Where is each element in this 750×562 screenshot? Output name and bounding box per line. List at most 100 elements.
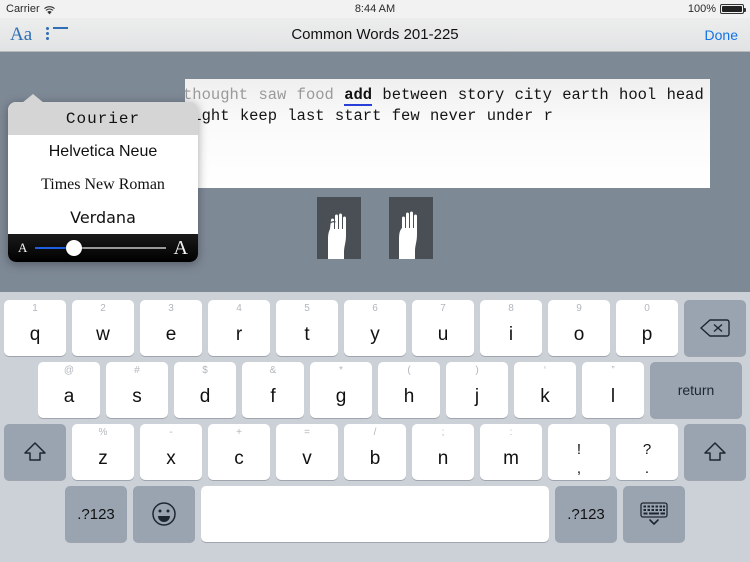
upcoming-word: story [457, 86, 505, 104]
shift-arrow-icon[interactable] [4, 424, 66, 480]
upcoming-word: last [287, 107, 325, 125]
key-main-label: g [335, 386, 347, 407]
key-main-label: i [508, 324, 514, 345]
key-alt-label: 4 [236, 303, 242, 314]
key-main-label: return [677, 382, 715, 398]
reading-text-flow: thought saw food add between story city … [185, 85, 708, 127]
upcoming-word: start [334, 107, 382, 125]
key-main-label: b [369, 448, 381, 469]
key-t[interactable]: 5 t [276, 300, 338, 356]
key-main-label: k [540, 386, 550, 407]
font-size-slider-knob[interactable] [66, 240, 83, 256]
key-alt-label: = [304, 427, 310, 438]
key-exclamation-comma[interactable]: ! , [548, 424, 610, 480]
on-screen-keyboard: 1 q 2 w 3 e 4 r 5 t 6 y 7 u 8 i 9 o 0 p … [0, 292, 750, 562]
key-main-label: n [437, 448, 449, 469]
key-main-label: d [199, 386, 211, 407]
key-h[interactable]: ( h [378, 362, 440, 418]
key-main-label: y [370, 324, 380, 345]
key-main-label: h [403, 386, 415, 407]
key-o[interactable]: 9 o [548, 300, 610, 356]
done-button[interactable]: Done [705, 27, 738, 43]
key-z[interactable]: % z [72, 424, 134, 480]
upcoming-word: head [666, 86, 704, 104]
key-u[interactable]: 7 u [412, 300, 474, 356]
key-alt-label: 9 [576, 303, 582, 314]
key-main-label: q [29, 324, 41, 345]
status-bar-right: 100% [687, 3, 746, 15]
key-e[interactable]: 3 e [140, 300, 202, 356]
key-d[interactable]: $ d [174, 362, 236, 418]
numeric-mode-button-left[interactable]: .?123 [65, 486, 127, 542]
completed-word: thought [185, 86, 249, 104]
backspace-delete-icon[interactable] [684, 300, 746, 356]
font-option-times-new-roman[interactable]: Times New Roman [8, 168, 198, 201]
key-alt-label: & [269, 365, 277, 376]
key-main-label: p [641, 324, 653, 345]
font-size-slider-track[interactable] [35, 240, 166, 256]
key-a[interactable]: @ a [38, 362, 100, 418]
return-key[interactable]: return [650, 362, 742, 418]
key-alt-label: $ [202, 365, 208, 376]
key-alt-label: / [373, 427, 377, 438]
key-s[interactable]: # s [106, 362, 168, 418]
key-alt-label: ” [611, 365, 615, 376]
key-i[interactable]: 8 i [480, 300, 542, 356]
key-q[interactable]: 1 q [4, 300, 66, 356]
key-n[interactable]: ; n [412, 424, 474, 480]
app-root: Carrier 8:44 AM 100% Aa Common Words 201… [0, 0, 750, 562]
key-main-label: c [234, 448, 244, 469]
key-alt-label: 2 [100, 303, 106, 314]
upcoming-word: few [391, 107, 420, 125]
key-w[interactable]: 2 w [72, 300, 134, 356]
upcoming-word: under [486, 107, 534, 125]
key-main-label: j [474, 386, 480, 407]
font-option-courier[interactable]: Courier [8, 102, 198, 135]
upcoming-word: between [382, 86, 448, 104]
shift-arrow-icon[interactable] [684, 424, 746, 480]
key-v[interactable]: = v [276, 424, 338, 480]
key-f[interactable]: & f [242, 362, 304, 418]
key-main-label: v [302, 448, 312, 469]
key-b[interactable]: / b [344, 424, 406, 480]
key-p[interactable]: 0 p [616, 300, 678, 356]
key-m[interactable]: : m [480, 424, 542, 480]
key-main-label: r [235, 324, 243, 345]
three-finger-hand-icon[interactable] [317, 197, 361, 259]
key-alt-label: ; [441, 427, 445, 438]
battery-percent-label: 100% [687, 3, 716, 15]
emoji-smiley-icon[interactable] [133, 486, 195, 542]
key-question-period[interactable]: ? . [616, 424, 678, 480]
key-main-label: m [503, 448, 519, 469]
key-main-label: a [63, 386, 75, 407]
font-option-verdana[interactable]: Verdana [8, 201, 198, 234]
reading-text-panel[interactable]: thought saw food add between story city … [185, 79, 710, 188]
key-alt-label: : [509, 427, 513, 438]
four-finger-hand-icon[interactable] [389, 197, 433, 259]
key-lower-label: , [576, 460, 582, 477]
key-x[interactable]: - x [140, 424, 202, 480]
font-option-helvetica-neue[interactable]: Helvetica Neue [8, 135, 198, 168]
current-word: add [344, 86, 373, 106]
key-y[interactable]: 6 y [344, 300, 406, 356]
upcoming-word: city [514, 86, 552, 104]
key-alt-label: 6 [372, 303, 378, 314]
key-g[interactable]: * g [310, 362, 372, 418]
key-main-label: s [132, 386, 142, 407]
key-r[interactable]: 4 r [208, 300, 270, 356]
key-j[interactable]: ) j [446, 362, 508, 418]
key-c[interactable]: + c [208, 424, 270, 480]
hide-keyboard-icon[interactable] [623, 486, 685, 542]
key-alt-label: - [169, 427, 173, 438]
key-k[interactable]: ‘ k [514, 362, 576, 418]
font-size-slider[interactable]: A A [8, 234, 198, 262]
upcoming-word: hool [619, 86, 657, 104]
key-lower-label: . [644, 460, 650, 477]
key-alt-label: + [236, 427, 242, 438]
content-canvas: thought saw food add between story city … [0, 52, 750, 292]
space-key[interactable] [201, 486, 549, 542]
key-l[interactable]: ” l [582, 362, 644, 418]
key-main-label: u [437, 324, 449, 345]
key-alt-label: 7 [440, 303, 446, 314]
numeric-mode-button-right[interactable]: .?123 [555, 486, 617, 542]
